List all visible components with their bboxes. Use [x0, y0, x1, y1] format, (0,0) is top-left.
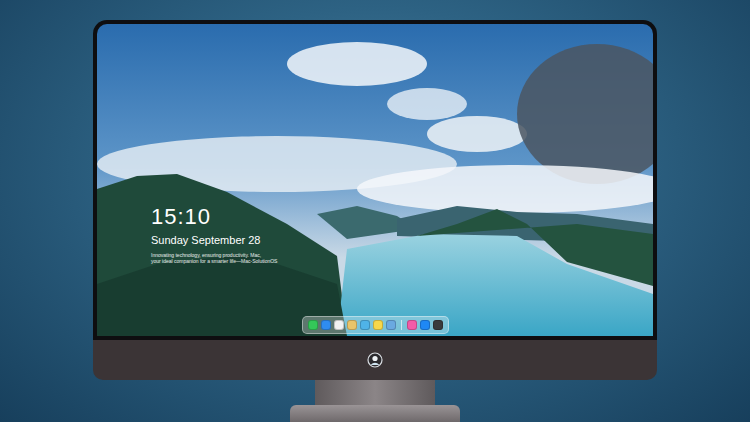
monitor-bezel: 15:10 Sunday September 28 Innovating tec… [93, 20, 657, 340]
tagline: Innovating technology, ensuring producti… [151, 252, 277, 264]
app-icon[interactable] [334, 320, 344, 330]
dock [302, 316, 449, 334]
logo-icon [367, 352, 383, 368]
dock-separator [401, 320, 402, 330]
app-icon[interactable] [373, 320, 383, 330]
date-label: Sunday September 28 [151, 233, 277, 247]
app-icon[interactable] [347, 320, 357, 330]
screen: 15:10 Sunday September 28 Innovating tec… [97, 24, 653, 336]
monitor-neck [315, 380, 435, 405]
app-icon[interactable] [308, 320, 318, 330]
monitor-chin [93, 340, 657, 380]
desktop-scene: 15:10 Sunday September 28 Innovating tec… [0, 0, 750, 422]
app-icon[interactable] [386, 320, 396, 330]
app-icon[interactable] [360, 320, 370, 330]
lock-info: 15:10 Sunday September 28 Innovating tec… [151, 204, 277, 264]
tagline-line: Innovating technology, ensuring producti… [151, 252, 277, 258]
monitor-base [290, 405, 460, 422]
clock-time: 15:10 [151, 204, 277, 230]
app-icon[interactable] [433, 320, 443, 330]
tagline-line: your ideal companion for a smarter life—… [151, 258, 277, 264]
app-icon[interactable] [321, 320, 331, 330]
dock-row [97, 316, 653, 334]
app-icon[interactable] [407, 320, 417, 330]
wallpaper [97, 24, 653, 336]
app-icon[interactable] [420, 320, 430, 330]
